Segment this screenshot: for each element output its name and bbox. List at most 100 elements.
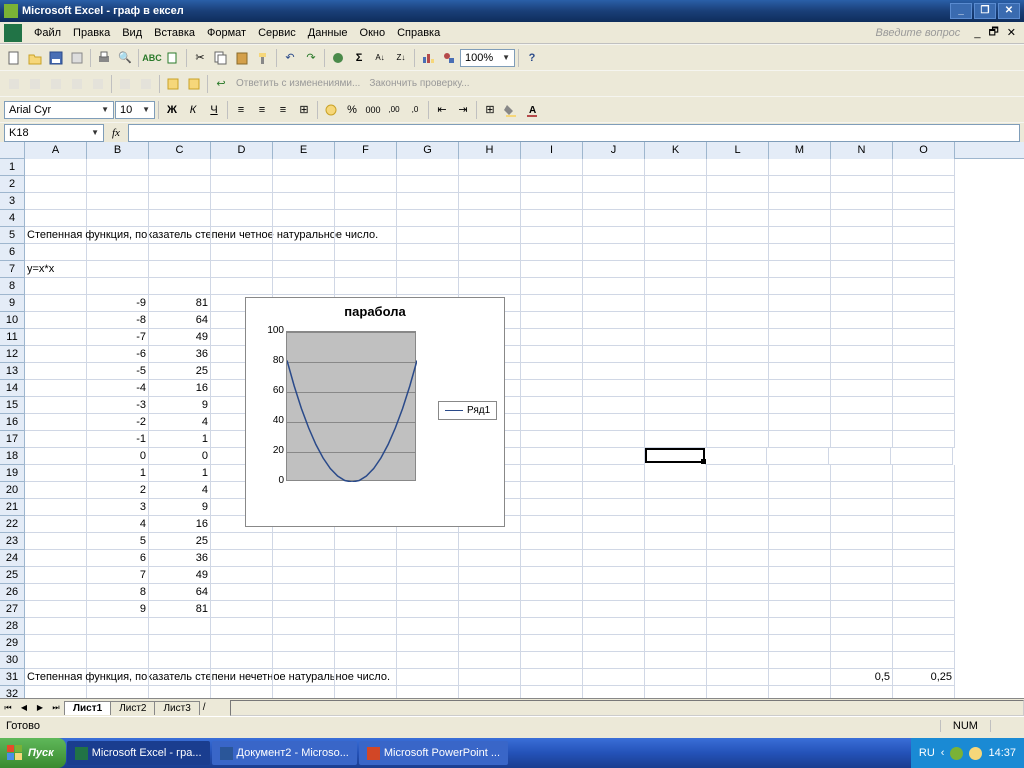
- cell-N32[interactable]: [831, 686, 893, 698]
- cell-O11[interactable]: [893, 329, 955, 346]
- lang-indicator[interactable]: RU: [919, 747, 935, 759]
- cell-B21[interactable]: 3: [87, 499, 149, 516]
- cell-K8[interactable]: [645, 278, 707, 295]
- cell-O26[interactable]: [893, 584, 955, 601]
- cell-C4[interactable]: [149, 210, 211, 227]
- cell-J2[interactable]: [583, 176, 645, 193]
- cell-K4[interactable]: [645, 210, 707, 227]
- cell-E2[interactable]: [273, 176, 335, 193]
- cell-J27[interactable]: [583, 601, 645, 618]
- cell-I13[interactable]: [521, 363, 583, 380]
- cell-O31[interactable]: 0,25: [893, 669, 955, 686]
- row-header-28[interactable]: 28: [0, 618, 25, 635]
- cell-O24[interactable]: [893, 550, 955, 567]
- tab-nav-next[interactable]: ▶: [32, 700, 48, 716]
- cell-B8[interactable]: [87, 278, 149, 295]
- cell-B10[interactable]: -8: [87, 312, 149, 329]
- cell-L3[interactable]: [707, 193, 769, 210]
- cell-K30[interactable]: [645, 652, 707, 669]
- cell-A5[interactable]: Степенная функция, показатель степени че…: [25, 227, 87, 244]
- tray-icon[interactable]: ‹: [941, 747, 945, 759]
- cell-M32[interactable]: [769, 686, 831, 698]
- cell-G25[interactable]: [397, 567, 459, 584]
- cell-B19[interactable]: 1: [87, 465, 149, 482]
- save-icon[interactable]: [46, 48, 66, 68]
- cell-M6[interactable]: [769, 244, 831, 261]
- cell-D3[interactable]: [211, 193, 273, 210]
- cell-O12[interactable]: [893, 346, 955, 363]
- cell-J9[interactable]: [583, 295, 645, 312]
- cell-I27[interactable]: [521, 601, 583, 618]
- cell-C7[interactable]: [149, 261, 211, 278]
- row-header-7[interactable]: 7: [0, 261, 25, 278]
- new-icon[interactable]: [4, 48, 24, 68]
- cell-L29[interactable]: [707, 635, 769, 652]
- cell-H27[interactable]: [459, 601, 521, 618]
- cell-O13[interactable]: [893, 363, 955, 380]
- cell-L28[interactable]: [707, 618, 769, 635]
- cell-B29[interactable]: [87, 635, 149, 652]
- cell-C23[interactable]: 25: [149, 533, 211, 550]
- row-header-27[interactable]: 27: [0, 601, 25, 618]
- cell-I23[interactable]: [521, 533, 583, 550]
- cell-K24[interactable]: [645, 550, 707, 567]
- cell-A9[interactable]: [25, 295, 87, 312]
- row-header-14[interactable]: 14: [0, 380, 25, 397]
- cell-F27[interactable]: [335, 601, 397, 618]
- row-header-11[interactable]: 11: [0, 329, 25, 346]
- cell-L17[interactable]: [707, 431, 769, 448]
- cell-E23[interactable]: [273, 533, 335, 550]
- cell-C27[interactable]: 81: [149, 601, 211, 618]
- cell-J15[interactable]: [583, 397, 645, 414]
- cell-O20[interactable]: [893, 482, 955, 499]
- format-painter-icon[interactable]: [253, 48, 273, 68]
- tab-nav-last[interactable]: ⏭: [48, 700, 64, 716]
- cell-A14[interactable]: [25, 380, 87, 397]
- cell-A30[interactable]: [25, 652, 87, 669]
- cell-L2[interactable]: [707, 176, 769, 193]
- tb2-icon9[interactable]: [184, 74, 204, 94]
- comma-icon[interactable]: 000: [363, 100, 383, 120]
- cell-B1[interactable]: [87, 159, 149, 176]
- cell-L14[interactable]: [707, 380, 769, 397]
- cell-O10[interactable]: [893, 312, 955, 329]
- cell-F2[interactable]: [335, 176, 397, 193]
- cell-K13[interactable]: [645, 363, 707, 380]
- cell-N22[interactable]: [831, 516, 893, 533]
- cell-M4[interactable]: [769, 210, 831, 227]
- cell-E8[interactable]: [273, 278, 335, 295]
- formula-bar[interactable]: [128, 124, 1020, 142]
- row-header-13[interactable]: 13: [0, 363, 25, 380]
- cell-L12[interactable]: [707, 346, 769, 363]
- sort-desc-icon[interactable]: Z↓: [391, 48, 411, 68]
- cell-B23[interactable]: 5: [87, 533, 149, 550]
- menu-format[interactable]: Формат: [201, 25, 252, 41]
- cell-G27[interactable]: [397, 601, 459, 618]
- cell-I26[interactable]: [521, 584, 583, 601]
- cell-A20[interactable]: [25, 482, 87, 499]
- cell-L31[interactable]: [707, 669, 769, 686]
- cell-B15[interactable]: -3: [87, 397, 149, 414]
- cell-C19[interactable]: 1: [149, 465, 211, 482]
- cell-E5[interactable]: [273, 227, 335, 244]
- cell-F24[interactable]: [335, 550, 397, 567]
- cell-C16[interactable]: 4: [149, 414, 211, 431]
- cell-C17[interactable]: 1: [149, 431, 211, 448]
- cell-H5[interactable]: [459, 227, 521, 244]
- cell-A29[interactable]: [25, 635, 87, 652]
- drawing-icon[interactable]: [439, 48, 459, 68]
- cell-J28[interactable]: [583, 618, 645, 635]
- cell-I1[interactable]: [521, 159, 583, 176]
- cell-E7[interactable]: [273, 261, 335, 278]
- cell-L22[interactable]: [707, 516, 769, 533]
- cell-C20[interactable]: 4: [149, 482, 211, 499]
- row-header-12[interactable]: 12: [0, 346, 25, 363]
- tb2-icon8[interactable]: [163, 74, 183, 94]
- menu-window[interactable]: Окно: [354, 25, 392, 41]
- cell-A32[interactable]: [25, 686, 87, 698]
- row-header-18[interactable]: 18: [0, 448, 25, 465]
- cell-I11[interactable]: [521, 329, 583, 346]
- cell-J31[interactable]: [583, 669, 645, 686]
- percent-icon[interactable]: %: [342, 100, 362, 120]
- cell-K25[interactable]: [645, 567, 707, 584]
